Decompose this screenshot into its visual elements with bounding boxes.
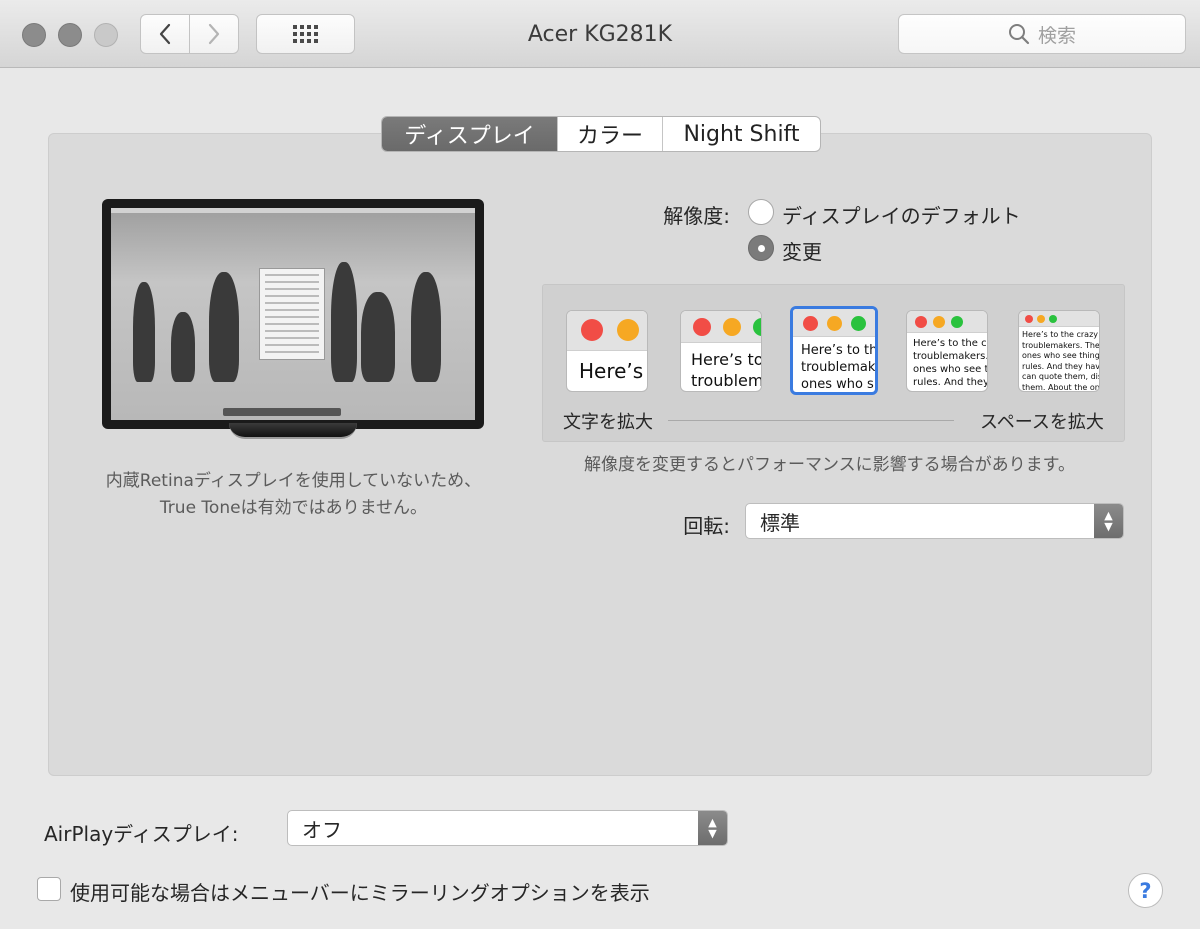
true-tone-note: 内蔵Retinaディスプレイを使用していないため、True Toneは有効ではあ… [105, 471, 482, 518]
scale-option-titlebar [793, 309, 875, 337]
window-title: Acer KG281K [527, 22, 673, 47]
radio-scaled-label: 変更 [782, 240, 822, 264]
stepper-arrows-icon: ▲ ▼ [698, 811, 727, 845]
search-field[interactable]: 検索 [898, 14, 1186, 54]
scale-option-text: Here’s [579, 359, 644, 383]
scale-option-text: Here’s to the crazy one troublemakers. T… [1022, 330, 1099, 392]
title-bar: Acer KG281K 検索 [0, 0, 1200, 68]
preview-figure [209, 272, 239, 382]
scale-slider-track [668, 420, 954, 421]
show-all-button[interactable] [256, 14, 355, 54]
scale-option-2[interactable]: Here’s to troublem [680, 310, 762, 392]
larger-text-label: 文字を拡大 [563, 412, 653, 433]
chevron-right-icon [208, 23, 220, 45]
preview-figure [361, 292, 395, 382]
more-space-label: スペースを拡大 [980, 412, 1104, 433]
airplay-label: AirPlayディスプレイ: [44, 822, 239, 846]
preview-figure [411, 272, 441, 382]
tab-bar: ディスプレイ カラー Night Shift [381, 116, 821, 152]
help-button[interactable]: ? [1128, 873, 1163, 908]
back-button[interactable] [140, 14, 190, 54]
scale-option-5[interactable]: Here’s to the crazy one troublemakers. T… [1018, 310, 1100, 392]
radio-default-resolution[interactable] [748, 199, 774, 225]
scale-option-text: Here’s to th troublemak ones who s [801, 343, 875, 392]
tab-display[interactable]: ディスプレイ [382, 117, 557, 151]
resolution-label: 解像度: [663, 204, 730, 228]
stepper-arrows-icon: ▲ ▼ [1094, 504, 1123, 538]
scale-option-titlebar [1019, 311, 1099, 327]
preview-dock [223, 408, 341, 416]
zoom-button[interactable] [94, 23, 118, 47]
airplay-select[interactable]: オフ ▲ ▼ [287, 810, 728, 846]
tab-night-shift[interactable]: Night Shift [662, 117, 820, 151]
airplay-value: オフ [302, 817, 342, 842]
preview-menu-bar [111, 208, 475, 213]
performance-note: 解像度を変更するとパフォーマンスに影響する場合があります。 [584, 455, 1075, 475]
scale-option-text: Here’s to troublem [691, 350, 761, 390]
preview-document [259, 268, 325, 360]
preview-figure [171, 312, 195, 382]
display-stand [229, 423, 357, 439]
rotation-value: 標準 [760, 510, 800, 535]
scale-option-titlebar [567, 311, 647, 351]
search-placeholder: 検索 [1037, 24, 1076, 47]
forward-button[interactable] [189, 14, 239, 54]
radio-scaled-resolution[interactable] [748, 235, 774, 261]
close-button[interactable] [22, 23, 46, 47]
mirroring-checkbox[interactable] [37, 877, 61, 901]
scale-option-4[interactable]: Here’s to the cr troublemakers. ones who… [906, 310, 988, 392]
preview-figure [133, 282, 155, 382]
display-preview [102, 199, 484, 429]
scale-option-text: Here’s to the cr troublemakers. ones who… [913, 338, 987, 388]
radio-default-label: ディスプレイのデフォルト [782, 204, 1021, 228]
scale-option-3[interactable]: Here’s to th troublemak ones who s [790, 306, 878, 395]
preview-figure [331, 262, 357, 382]
scale-option-titlebar [907, 311, 987, 333]
rotation-select[interactable]: 標準 ▲ ▼ [745, 503, 1124, 539]
minimize-button[interactable] [58, 23, 82, 47]
scale-option-titlebar [681, 311, 761, 343]
mirroring-label[interactable]: 使用可能な場合はメニューバーにミラーリングオプションを表示 [70, 877, 650, 906]
display-preview-screen [111, 208, 475, 420]
rotation-label: 回転: [683, 514, 730, 538]
grid-icon [293, 25, 318, 43]
scale-option-1[interactable]: Here’s [566, 310, 648, 392]
tab-color[interactable]: カラー [557, 117, 662, 151]
chevron-left-icon [159, 23, 171, 45]
search-icon [1008, 24, 1030, 45]
